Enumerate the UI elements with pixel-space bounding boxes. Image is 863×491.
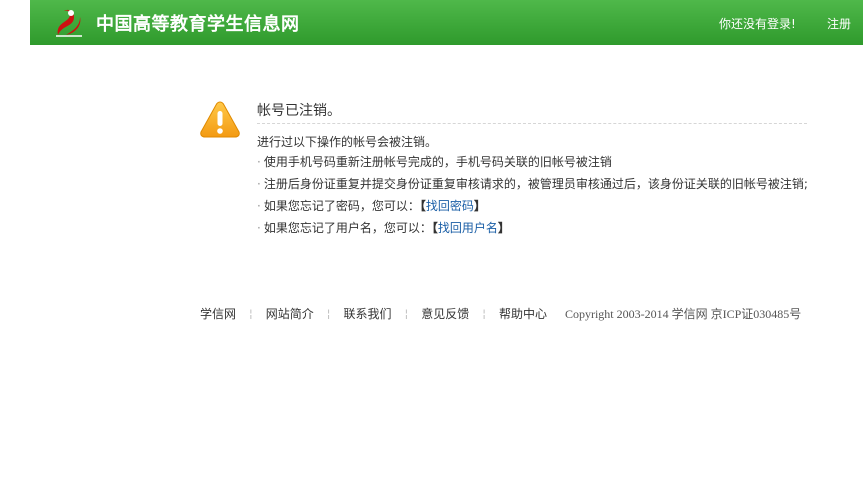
footer-link-about[interactable]: 网站简介	[266, 305, 314, 322]
copyright-text: Copyright 2003-2014 学信网 京ICP证030485号	[564, 307, 802, 321]
bullet-dot-icon: ·	[257, 155, 261, 169]
register-link[interactable]: 注册	[827, 15, 851, 32]
footer-separator: ¦	[482, 307, 486, 320]
footer-separator: ¦	[326, 307, 331, 320]
footer-link-feedback[interactable]: 意见反馈	[421, 305, 469, 322]
chsi-logo-icon[interactable]	[52, 5, 86, 39]
list-item: · 如果您忘记了密码，您可以：【找回密码】	[257, 198, 808, 220]
reason-text: 使用手机号码重新注册帐号完成的，手机号码关联的旧帐号被注销	[263, 155, 612, 169]
recover-password-text: 如果您忘记了密码，您可以：	[263, 199, 420, 213]
footer-link-contact[interactable]: 联系我们	[343, 305, 391, 322]
recover-password-link[interactable]: 找回密码	[426, 199, 474, 213]
message-intro: 进行过以下操作的帐号会被注销。	[257, 135, 438, 149]
list-item: · 如果您忘记了用户名，您可以：【找回用户名】	[257, 220, 808, 242]
footer-separator: ¦	[249, 307, 253, 320]
footer: 学信网 ¦ 网站简介 ¦ 联系我们 ¦ 意见反馈 ¦ 帮助中心 Copyrigh…	[200, 305, 801, 322]
bullet-dot-icon: ·	[257, 177, 261, 191]
recover-username-text: 如果您忘记了用户名，您可以：	[263, 221, 432, 235]
message-title: 帐号已注销。	[257, 103, 341, 119]
footer-link-help[interactable]: 帮助中心	[499, 305, 547, 322]
site-title[interactable]: 中国高等教育学生信息网	[96, 10, 300, 36]
footer-link-chsi[interactable]: 学信网	[200, 305, 236, 322]
bracket-close: 】	[473, 199, 486, 213]
list-item: · 注册后身份证重复并提交身份证重复审核请求的，被管理员审核通过后，该身份证关联的…	[257, 176, 808, 198]
bullet-dot-icon: ·	[257, 221, 261, 235]
bullet-dot-icon: ·	[257, 199, 261, 213]
warning-icon	[200, 101, 240, 138]
header-bar: 中国高等教育学生信息网 你还没有登录! 注册	[30, 0, 863, 45]
list-item: · 使用手机号码重新注册帐号完成的，手机号码关联的旧帐号被注销	[257, 154, 808, 176]
title-divider	[257, 123, 807, 124]
bracket-close: 】	[497, 221, 510, 235]
recover-username-link[interactable]: 找回用户名	[438, 221, 498, 235]
login-status: 你还没有登录!	[719, 17, 796, 31]
footer-separator: ¦	[404, 307, 409, 320]
reason-list: · 使用手机号码重新注册帐号完成的，手机号码关联的旧帐号被注销 · 注册后身份证重复…	[257, 154, 808, 242]
reason-text: 注册后身份证重复并提交身份证重复审核请求的，被管理员审核通过后，该身份证关联的旧…	[263, 177, 808, 191]
